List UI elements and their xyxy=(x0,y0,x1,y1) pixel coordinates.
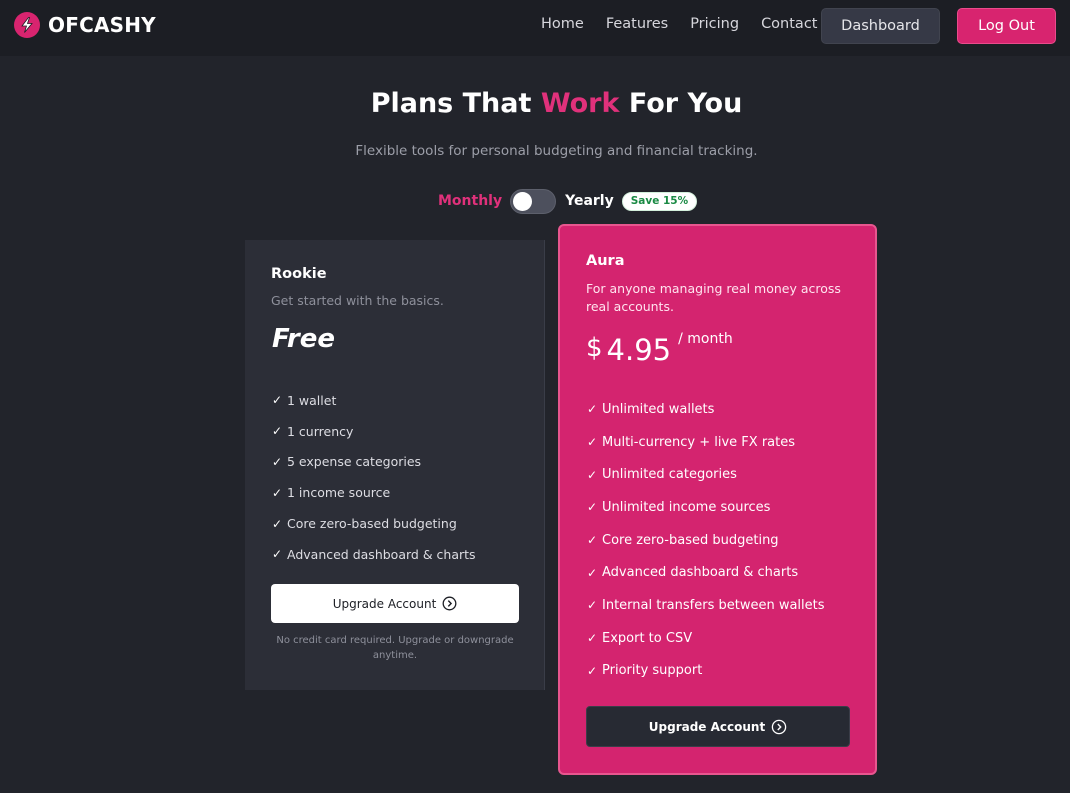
billing-toggle[interactable] xyxy=(510,188,557,214)
feature-item: ✓ Export to CSV xyxy=(587,622,825,655)
upgrade-button-aura[interactable]: Upgrade Account xyxy=(586,706,850,747)
feature-label: Core zero-based budgeting xyxy=(287,516,457,532)
feature-item: ✓ Internal transfers between wallets xyxy=(587,589,825,622)
lightning-bolt-icon xyxy=(14,12,40,38)
page-title-part-2: For You xyxy=(619,88,743,119)
check-icon: ✓ xyxy=(272,454,283,469)
brand-name: OFCASHY xyxy=(48,13,156,37)
check-icon: ✓ xyxy=(587,467,598,482)
feature-item: ✓ 1 income source xyxy=(272,477,476,508)
page-title-accent: Work xyxy=(540,88,620,119)
feature-item: ✓ Core zero-based budgeting xyxy=(272,508,476,539)
check-icon: ✓ xyxy=(587,533,598,548)
feature-item: ✓ Advanced dashboard & charts xyxy=(587,556,825,589)
billing-period-switch: Monthly Yearly Save 15% xyxy=(438,188,698,214)
feature-item: ✓ Unlimited categories xyxy=(587,458,825,491)
page-subtitle: Flexible tools for personal budgeting an… xyxy=(355,143,758,159)
navbar: OFCASHY Home Features Pricing Contact Da… xyxy=(0,0,1070,56)
feature-label: 1 wallet xyxy=(287,392,337,408)
check-icon: ✓ xyxy=(272,485,283,500)
feature-label: 1 income source xyxy=(287,485,391,501)
feature-label: Advanced dashboard & charts xyxy=(287,546,476,562)
plan-name: Rookie xyxy=(271,266,327,282)
nav-link-features[interactable]: Features xyxy=(606,16,668,32)
price-currency: $ xyxy=(586,333,603,363)
check-icon: ✓ xyxy=(272,516,283,531)
plan-note: No credit card required. Upgrade or down… xyxy=(276,635,514,661)
check-icon: ✓ xyxy=(587,402,598,417)
chevron-right-circle-icon xyxy=(442,596,457,611)
chevron-right-circle-icon xyxy=(771,719,787,735)
nav-link-home[interactable]: Home xyxy=(541,16,584,32)
brand-logo[interactable]: OFCASHY xyxy=(14,12,156,38)
feature-item: ✓ 5 expense categories xyxy=(272,447,476,478)
price-period: / month xyxy=(678,331,733,347)
check-icon: ✓ xyxy=(587,565,598,580)
dashboard-button[interactable]: Dashboard xyxy=(821,8,940,44)
check-icon: ✓ xyxy=(272,547,283,562)
check-icon: ✓ xyxy=(587,500,598,515)
plan-price: $ 4.95 / month xyxy=(586,328,733,367)
check-icon: ✓ xyxy=(272,393,283,408)
feature-label: Priority support xyxy=(602,663,703,679)
feature-list: ✓ Unlimited wallets ✓ Multi-currency + liv… xyxy=(587,393,825,687)
plan-card-rookie: Rookie Get started with the basics. Free… xyxy=(245,240,545,690)
feature-label: Unlimited wallets xyxy=(602,401,715,417)
feature-label: Export to CSV xyxy=(602,630,693,646)
save-badge: Save 15% xyxy=(621,191,698,211)
feature-label: Internal transfers between wallets xyxy=(602,597,825,613)
toggle-knob xyxy=(513,191,533,211)
feature-label: Core zero-based budgeting xyxy=(602,532,779,548)
plan-price: Free xyxy=(272,324,335,354)
feature-label: Advanced dashboard & charts xyxy=(602,565,799,581)
upgrade-button-label: Upgrade Account xyxy=(648,719,766,734)
feature-item: ✓ 1 wallet xyxy=(272,385,476,416)
feature-item: ✓ Core zero-based budgeting xyxy=(587,524,825,557)
feature-label: Unlimited categories xyxy=(602,467,737,483)
plan-description: Get started with the basics. xyxy=(271,293,444,308)
feature-label: Multi-currency + live FX rates xyxy=(602,434,796,450)
nav-links: Home Features Pricing Contact xyxy=(541,16,839,32)
plan-name: Aura xyxy=(586,253,625,269)
check-icon: ✓ xyxy=(587,663,598,678)
page-title: Plans That Work For You xyxy=(0,88,1070,119)
feature-item: ✓ 1 currency xyxy=(272,416,476,447)
yearly-label[interactable]: Yearly xyxy=(565,193,614,209)
price-amount: 4.95 xyxy=(606,333,672,367)
feature-item: ✓ Unlimited income sources xyxy=(587,491,825,524)
check-icon: ✓ xyxy=(587,435,598,450)
check-icon: ✓ xyxy=(587,631,598,646)
feature-label: 5 expense categories xyxy=(287,454,422,470)
upgrade-button-label: Upgrade Account xyxy=(332,596,437,611)
monthly-label[interactable]: Monthly xyxy=(438,193,502,209)
upgrade-button-rookie[interactable]: Upgrade Account xyxy=(271,584,519,623)
feature-item: ✓ Multi-currency + live FX rates xyxy=(587,426,825,459)
plan-card-aura: Aura For anyone managing real money acro… xyxy=(558,224,877,775)
plan-description: For anyone managing real money across re… xyxy=(586,281,841,314)
feature-label: 1 currency xyxy=(287,423,354,439)
check-icon: ✓ xyxy=(587,598,598,613)
feature-label: Unlimited income sources xyxy=(602,499,771,515)
feature-list: ✓ 1 wallet ✓ 1 currency ✓ 5 expense categor… xyxy=(272,385,476,570)
nav-link-pricing[interactable]: Pricing xyxy=(690,16,739,32)
logout-button[interactable]: Log Out xyxy=(957,8,1056,44)
page-title-part-1: Plans That xyxy=(370,88,541,119)
feature-item: ✓ Priority support xyxy=(587,655,825,688)
feature-item: ✓ Advanced dashboard & charts xyxy=(272,539,476,570)
nav-link-contact[interactable]: Contact xyxy=(761,16,817,32)
feature-item: ✓ Unlimited wallets xyxy=(587,393,825,426)
check-icon: ✓ xyxy=(272,424,283,439)
